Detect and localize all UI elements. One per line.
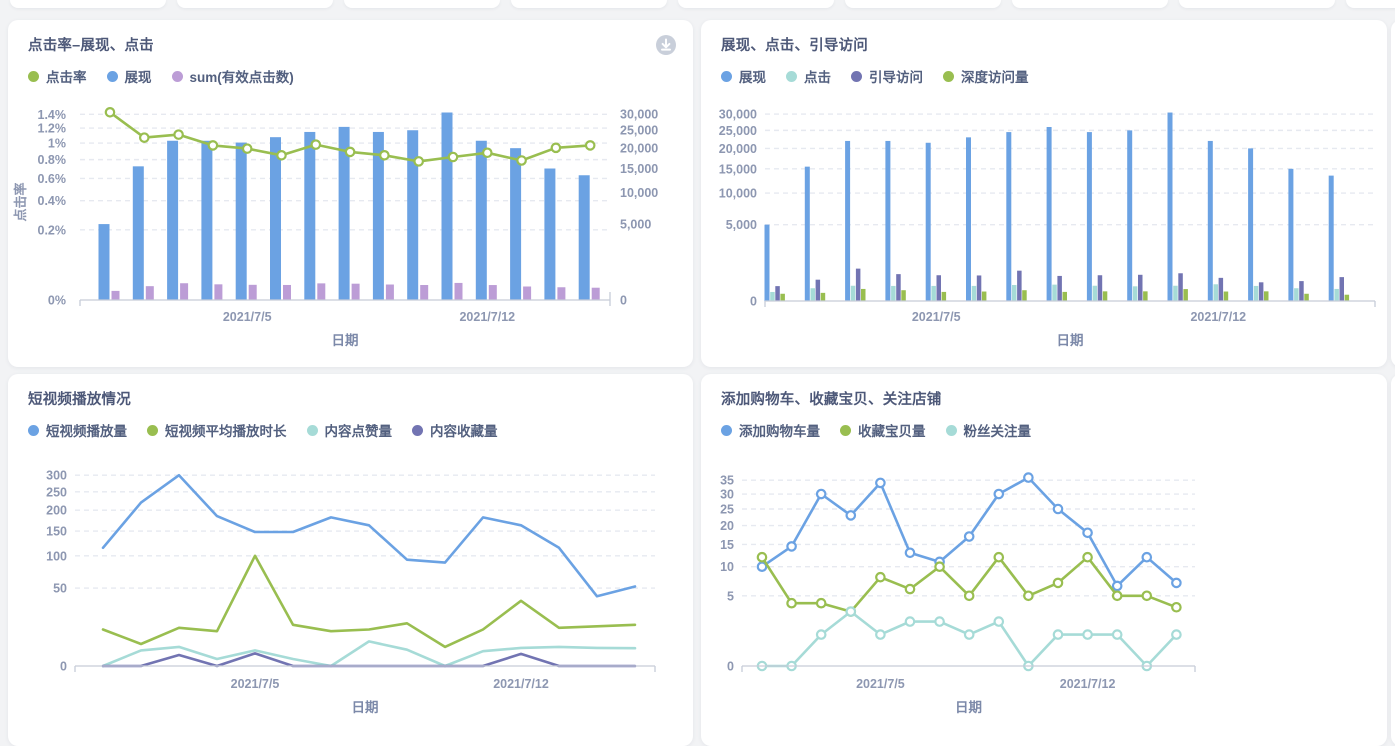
svg-text:200: 200 [46,504,67,518]
svg-text:300: 300 [46,469,67,483]
svg-text:20,000: 20,000 [719,142,757,156]
svg-text:5,000: 5,000 [726,218,757,232]
svg-text:250: 250 [46,485,67,499]
svg-text:15,000: 15,000 [620,162,658,176]
svg-text:20: 20 [720,519,734,533]
svg-text:100: 100 [46,549,67,563]
cut-off-card-top [1179,0,1335,8]
svg-text:30: 30 [720,488,734,502]
svg-text:15: 15 [720,538,734,552]
svg-text:日期: 日期 [332,333,359,348]
panel-short-video-playback: 短视频播放情况 短视频播放量短视频平均播放时长内容点赞量内容收藏量 050100… [8,374,693,746]
svg-text:20,000: 20,000 [620,142,658,156]
svg-text:0: 0 [620,294,627,308]
svg-text:0.6%: 0.6% [38,172,67,186]
svg-text:2021/7/12: 2021/7/12 [493,677,549,691]
svg-text:日期: 日期 [1057,333,1084,348]
svg-text:1%: 1% [48,137,66,151]
svg-text:25,000: 25,000 [620,124,658,138]
svg-text:0.4%: 0.4% [38,194,67,208]
cut-off-card-top [511,0,667,8]
svg-text:30,000: 30,000 [620,108,658,122]
svg-text:25: 25 [720,502,734,516]
panel-impressions-clicks-visits: 展现、点击、引导访问 展现点击引导访问深度访问量 05,00010,00015,… [701,20,1387,367]
svg-text:5: 5 [727,589,734,603]
svg-text:2021/7/12: 2021/7/12 [1060,677,1116,691]
svg-text:30,000: 30,000 [719,108,757,122]
cut-off-card-top [678,0,834,8]
cut-off-card-right [1391,20,1395,367]
svg-text:0: 0 [750,295,757,309]
svg-text:0: 0 [727,660,734,674]
svg-text:10,000: 10,000 [719,187,757,201]
svg-text:35: 35 [720,474,734,488]
panel-ctr-impressions-clicks: 点击率–展现、点击 点击率展现sum(有效点击数) 0%0.2%0.4%0.6%… [8,20,693,367]
chart-canvas: 0 5,000 10,000 15,000 20,000 25,000 30,000 2021… [701,20,1387,367]
svg-text:5,000: 5,000 [620,218,651,232]
svg-text:2021/7/5: 2021/7/5 [231,677,280,691]
svg-text:0.8%: 0.8% [38,153,67,167]
chart-canvas: 0 50 100 150 200 250 300 2021/7/5 2021/7/12 日期 [8,374,693,746]
svg-text:日期: 日期 [352,700,379,715]
svg-text:25,000: 25,000 [719,124,757,138]
chart-canvas: 0 5 10 15 20 253035 2021/7/5 2021/7/12 日期 [701,374,1387,746]
cut-off-card-top [10,0,166,8]
panel-cart-favorite-follow: 添加购物车、收藏宝贝、关注店铺 添加购物车量收藏宝贝量粉丝关注量 0510152… [701,374,1387,746]
cut-off-card-top [177,0,333,8]
chart-canvas: 0% 0.2% 0.4% 0.6% 0.8% 1%1.2%1.4% 0 5,000 10,000… [8,20,693,367]
svg-text:日期: 日期 [955,700,982,715]
svg-text:2021/7/5: 2021/7/5 [223,310,272,324]
svg-text:0.2%: 0.2% [38,223,67,237]
svg-text:2021/7/5: 2021/7/5 [856,677,905,691]
svg-text:150: 150 [46,525,67,539]
cut-off-card-top [845,0,1001,8]
cut-off-card-top [344,0,500,8]
svg-text:2021/7/12: 2021/7/12 [459,310,515,324]
svg-text:1.4%: 1.4% [38,108,67,122]
cut-off-card-right [1391,374,1395,746]
cut-off-card-top [1012,0,1168,8]
svg-text:2021/7/5: 2021/7/5 [912,310,961,324]
svg-text:10,000: 10,000 [620,186,658,200]
svg-text:10: 10 [720,560,734,574]
svg-text:2021/7/12: 2021/7/12 [1190,310,1246,324]
cut-off-card-top [1346,0,1395,8]
svg-text:1.2%: 1.2% [38,122,67,136]
svg-text:点击率: 点击率 [13,182,28,221]
svg-text:0: 0 [60,660,67,674]
bi-dashboard: { "colors":{ "blue":"#6BA2E3","teal":"#A… [0,0,1395,730]
svg-text:0%: 0% [48,294,66,308]
svg-text:15,000: 15,000 [719,162,757,176]
svg-text:50: 50 [53,582,67,596]
